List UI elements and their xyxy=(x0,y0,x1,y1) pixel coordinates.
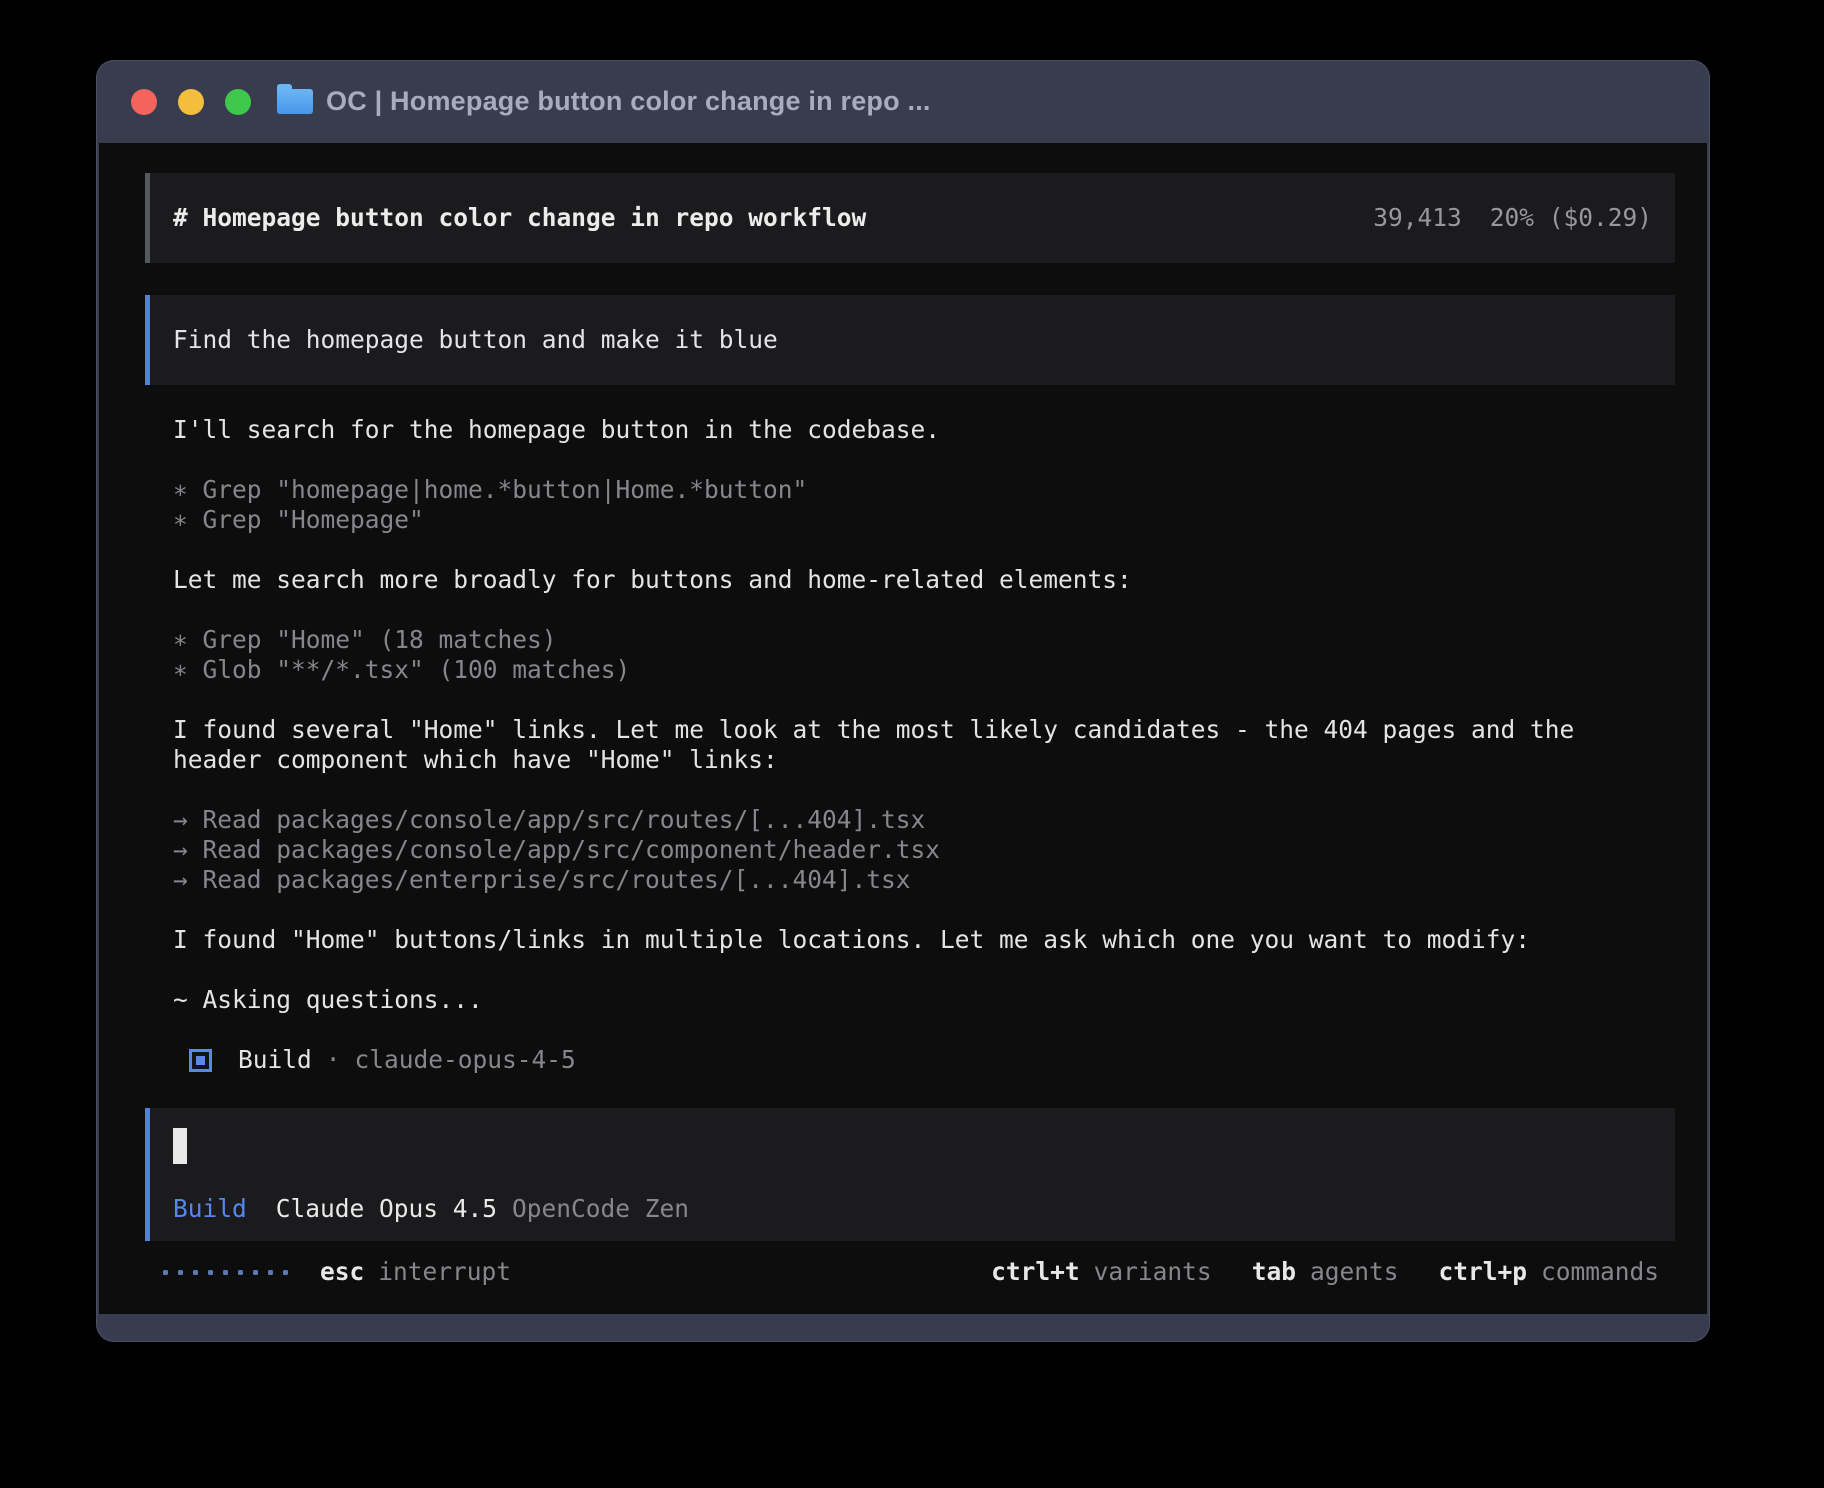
token-count: 39,413 xyxy=(1373,203,1462,233)
statusbar: esc interrupt ctrl+t variants tab agents… xyxy=(145,1257,1675,1287)
tool-call-read-list: → Read packages/console/app/src/routes/[… xyxy=(173,805,1675,895)
tool-call-grep-glob-list: ∗ Grep "Home" (18 matches) ∗ Glob "**/*.… xyxy=(173,625,1675,685)
assistant-paragraph: I found several "Home" links. Let me loo… xyxy=(173,715,1675,775)
minimize-button[interactable] xyxy=(178,89,204,115)
session-stats: 39,413 20% ($0.29) xyxy=(1373,203,1652,233)
hint-commands-label: commands xyxy=(1541,1257,1659,1287)
traffic-lights xyxy=(131,89,251,115)
close-button[interactable] xyxy=(131,89,157,115)
key-ctrl-p: ctrl+p xyxy=(1438,1257,1527,1287)
text-cursor xyxy=(173,1128,187,1164)
statusbar-left: esc interrupt xyxy=(163,1257,511,1287)
agent-status-icon xyxy=(189,1049,212,1072)
active-agent-badge[interactable]: Build xyxy=(173,1194,247,1224)
key-esc: esc xyxy=(320,1257,364,1287)
context-usage-cost: 20% ($0.29) xyxy=(1490,203,1652,233)
folder-icon xyxy=(277,89,313,114)
zoom-button[interactable] xyxy=(225,89,251,115)
agent-name: Build xyxy=(238,1045,312,1075)
key-ctrl-t: ctrl+t xyxy=(991,1257,1080,1287)
agent-status-icon-core xyxy=(196,1056,205,1065)
hint-agents: tab agents xyxy=(1252,1257,1399,1287)
hint-variants-label: variants xyxy=(1094,1257,1212,1287)
session-title: # Homepage button color change in repo w… xyxy=(173,203,866,233)
hint-interrupt: esc interrupt xyxy=(320,1257,511,1287)
hint-interrupt-label: interrupt xyxy=(378,1257,511,1287)
hint-agents-label: agents xyxy=(1310,1257,1399,1287)
window-title: OC | Homepage button color change in rep… xyxy=(326,86,931,117)
provider-label: OpenCode Zen xyxy=(512,1194,689,1224)
assistant-paragraph: I'll search for the homepage button in t… xyxy=(173,415,1675,445)
assistant-paragraph: Let me search more broadly for buttons a… xyxy=(173,565,1675,595)
active-model-label: Claude Opus 4.5 xyxy=(276,1194,497,1224)
terminal-window: OC | Homepage button color change in rep… xyxy=(96,60,1710,1342)
terminal-content: # Homepage button color change in repo w… xyxy=(99,143,1707,1314)
assistant-transcript: I'll search for the homepage button in t… xyxy=(145,385,1675,1075)
titlebar[interactable]: OC | Homepage button color change in rep… xyxy=(99,60,1707,143)
key-tab: tab xyxy=(1252,1257,1296,1287)
hint-variants: ctrl+t variants xyxy=(991,1257,1212,1287)
busy-spinner-dots xyxy=(163,1270,288,1275)
model-name: claude-opus-4-5 xyxy=(355,1045,576,1075)
statusbar-right: ctrl+t variants tab agents ctrl+p comman… xyxy=(991,1257,1659,1287)
hint-commands: ctrl+p commands xyxy=(1438,1257,1659,1287)
tool-call-grep-list: ∗ Grep "homepage|home.*button|Home.*butt… xyxy=(173,475,1675,535)
prompt-input[interactable]: Build Claude Opus 4.5 OpenCode Zen xyxy=(145,1108,1675,1241)
user-message: Find the homepage button and make it blu… xyxy=(145,295,1675,385)
separator-dot: · xyxy=(326,1045,341,1075)
user-message-text: Find the homepage button and make it blu… xyxy=(173,325,778,355)
agent-status-row: Build · claude-opus-4-5 xyxy=(173,1045,1675,1075)
asking-questions-status: ~ Asking questions... xyxy=(173,985,1675,1015)
input-status-row: Build Claude Opus 4.5 OpenCode Zen xyxy=(173,1194,1652,1224)
session-header: # Homepage button color change in repo w… xyxy=(145,173,1675,263)
assistant-paragraph: I found "Home" buttons/links in multiple… xyxy=(173,925,1675,955)
